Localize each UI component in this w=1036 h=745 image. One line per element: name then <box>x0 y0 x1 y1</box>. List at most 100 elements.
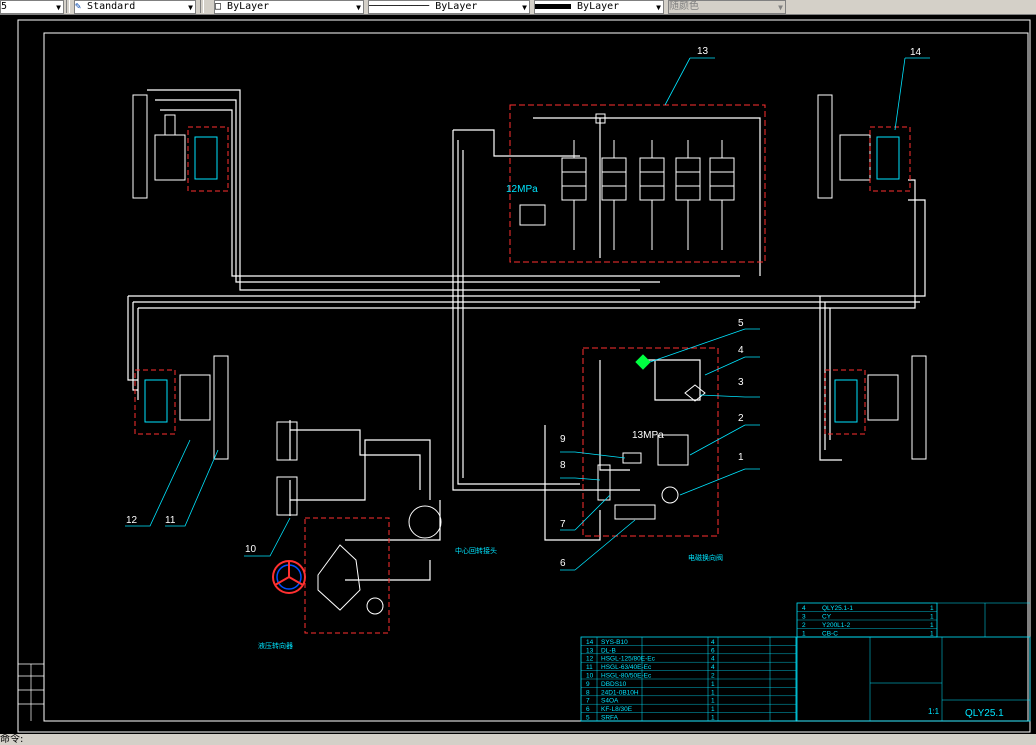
parts-cell-qty: 1 <box>930 622 934 629</box>
drawing-number: QLY25.1 <box>965 708 1004 719</box>
parts-cell-code: KF-L8/30E <box>601 706 633 713</box>
parts-cell-qty: 1 <box>711 706 715 713</box>
parts-cell-no: 12 <box>586 656 594 663</box>
callout-7: 7 <box>560 519 566 530</box>
cylinder-top-right <box>817 94 871 199</box>
parts-cell-no: 3 <box>802 614 806 621</box>
color-swatch-icon: □ <box>215 1 228 12</box>
command-prompt: 命令: <box>0 734 24 745</box>
bottom-left-lock-valve <box>144 379 168 423</box>
callout-10: 10 <box>245 544 257 555</box>
lineweight-preview-icon <box>535 3 571 9</box>
main-piping <box>127 89 926 581</box>
cylinder-bottom-left <box>179 355 229 460</box>
parts-cell-no: 6 <box>586 706 590 713</box>
parts-cell-code: 24D1-0B10H <box>601 689 639 696</box>
textstyle-dropdown[interactable]: ✎ Standard ▼ <box>74 0 196 14</box>
callout-8: 8 <box>560 460 566 471</box>
parts-cell-qty: 4 <box>711 639 715 646</box>
directional-valves <box>519 113 735 250</box>
parts-cell-code: DL-B <box>601 647 616 654</box>
pressure-label-12mpa: 12MPa <box>506 184 538 195</box>
parts-cell-qty: 6 <box>711 647 715 654</box>
steering-cylinders <box>276 421 298 516</box>
callout-3: 3 <box>738 377 744 388</box>
chevron-down-icon: ▼ <box>56 3 61 12</box>
parts-cell-no: 14 <box>586 639 594 646</box>
parts-cell-no: 8 <box>586 689 590 696</box>
cylinder-bottom-right <box>867 355 927 460</box>
callout-6: 6 <box>560 558 566 569</box>
left-margin-strip <box>18 663 44 721</box>
power-unit-boundary <box>582 347 719 537</box>
valve-label: 电磁换向阀 <box>688 553 723 562</box>
plotstyle-value: 随颜色 <box>669 1 699 12</box>
parts-list: 14 SYS-B10 413 DL-B 612 HSGL-125/80E-Ec 411 HSG… <box>580 602 938 722</box>
textstyle-value: Standard <box>87 1 136 12</box>
power-unit-components <box>597 384 706 520</box>
parts-cell-qty: 4 <box>711 656 715 663</box>
callout-1: 1 <box>738 452 744 463</box>
parts-cell-qty: 1 <box>711 681 715 688</box>
chevron-down-icon: ▼ <box>522 3 527 12</box>
callout-4: 4 <box>738 345 744 356</box>
text-style-icon: ✎ <box>75 1 88 12</box>
toolbar-separator <box>200 0 204 13</box>
lineweight-dropdown[interactable]: ByLayer ▼ <box>534 0 664 14</box>
callout-leaders <box>125 57 930 571</box>
steering-unit-body <box>317 544 361 611</box>
callout-5: 5 <box>738 318 744 329</box>
parts-cell-code: HSGL-63/40E-Ec <box>601 664 652 671</box>
inner-frame <box>43 32 1029 722</box>
parts-cell-no: 2 <box>802 622 806 629</box>
drawing-canvas[interactable]: 12MPa 13MPa 1 2 3 4 5 6 7 8 9 10 11 12 1… <box>0 14 1036 734</box>
toolbar-separator <box>66 0 70 13</box>
parts-cell-code: QLY25.1-1 <box>822 605 853 612</box>
parts-cell-code: CB-C <box>822 631 838 638</box>
parts-cell-no: 9 <box>586 681 590 688</box>
properties-toolbar: 5 ▼ ✎ Standard ▼ □ ByLayer ▼ ────────── ByL… <box>0 0 1036 15</box>
parts-cell-qty: 2 <box>711 673 715 680</box>
parts-cell-qty: 1 <box>930 631 934 638</box>
central-rotary-joint <box>408 505 442 539</box>
parts-cell-qty: 1 <box>930 605 934 612</box>
color-value: ByLayer <box>227 1 270 12</box>
parts-cell-no: 4 <box>802 605 806 612</box>
color-dropdown[interactable]: □ ByLayer ▼ <box>214 0 364 14</box>
parts-cell-no: 13 <box>586 647 594 654</box>
linetype-dropdown[interactable]: ────────── ByLayer ▼ <box>368 0 530 14</box>
parts-cell-no: 7 <box>586 698 590 705</box>
steering-wheel-icon <box>272 560 306 594</box>
linetype-preview-icon: ────────── <box>369 1 436 12</box>
parts-cell-no: 10 <box>586 673 594 680</box>
parts-cell-code: DBDS10 <box>601 681 627 688</box>
pressure-label-13mpa: 13MPa <box>632 430 664 441</box>
parts-cell-code: CY <box>822 614 832 621</box>
parts-cell-qty: 4 <box>711 664 715 671</box>
command-line[interactable]: 命令: <box>0 734 1036 745</box>
callout-11: 11 <box>165 515 176 526</box>
parts-cell-no: 5 <box>586 715 590 722</box>
callout-2: 2 <box>738 413 744 424</box>
bottom-right-lock-valve <box>834 379 858 423</box>
callout-12: 12 <box>126 515 138 526</box>
chevron-down-icon: ▼ <box>656 3 661 12</box>
parts-cell-qty: 1 <box>711 689 715 696</box>
plotstyle-dropdown[interactable]: 随颜色 ▼ <box>668 0 786 14</box>
drawing-scale: 1:1 <box>928 707 940 716</box>
steering-pump-symbol <box>366 597 384 615</box>
parts-cell-no: 1 <box>802 631 806 638</box>
lineweight-value: ByLayer <box>577 1 620 12</box>
parts-cell-code: Y200L1-2 <box>822 622 851 629</box>
valve-block-13-boundary <box>509 104 766 263</box>
callout-9: 9 <box>560 434 566 445</box>
style-dropdown[interactable]: 5 ▼ <box>0 0 64 14</box>
top-left-lock-valve <box>194 136 218 180</box>
chevron-down-icon: ▼ <box>356 3 361 12</box>
rotary-joint-label: 中心回转接头 <box>455 546 497 555</box>
style-value: 5 <box>1 1 8 12</box>
parts-cell-code: HSGL-125/80E-Ec <box>601 656 656 663</box>
parts-cell-qty: 1 <box>711 715 715 722</box>
top-right-lock-valve <box>876 136 900 180</box>
filter-5-symbol <box>635 354 651 370</box>
